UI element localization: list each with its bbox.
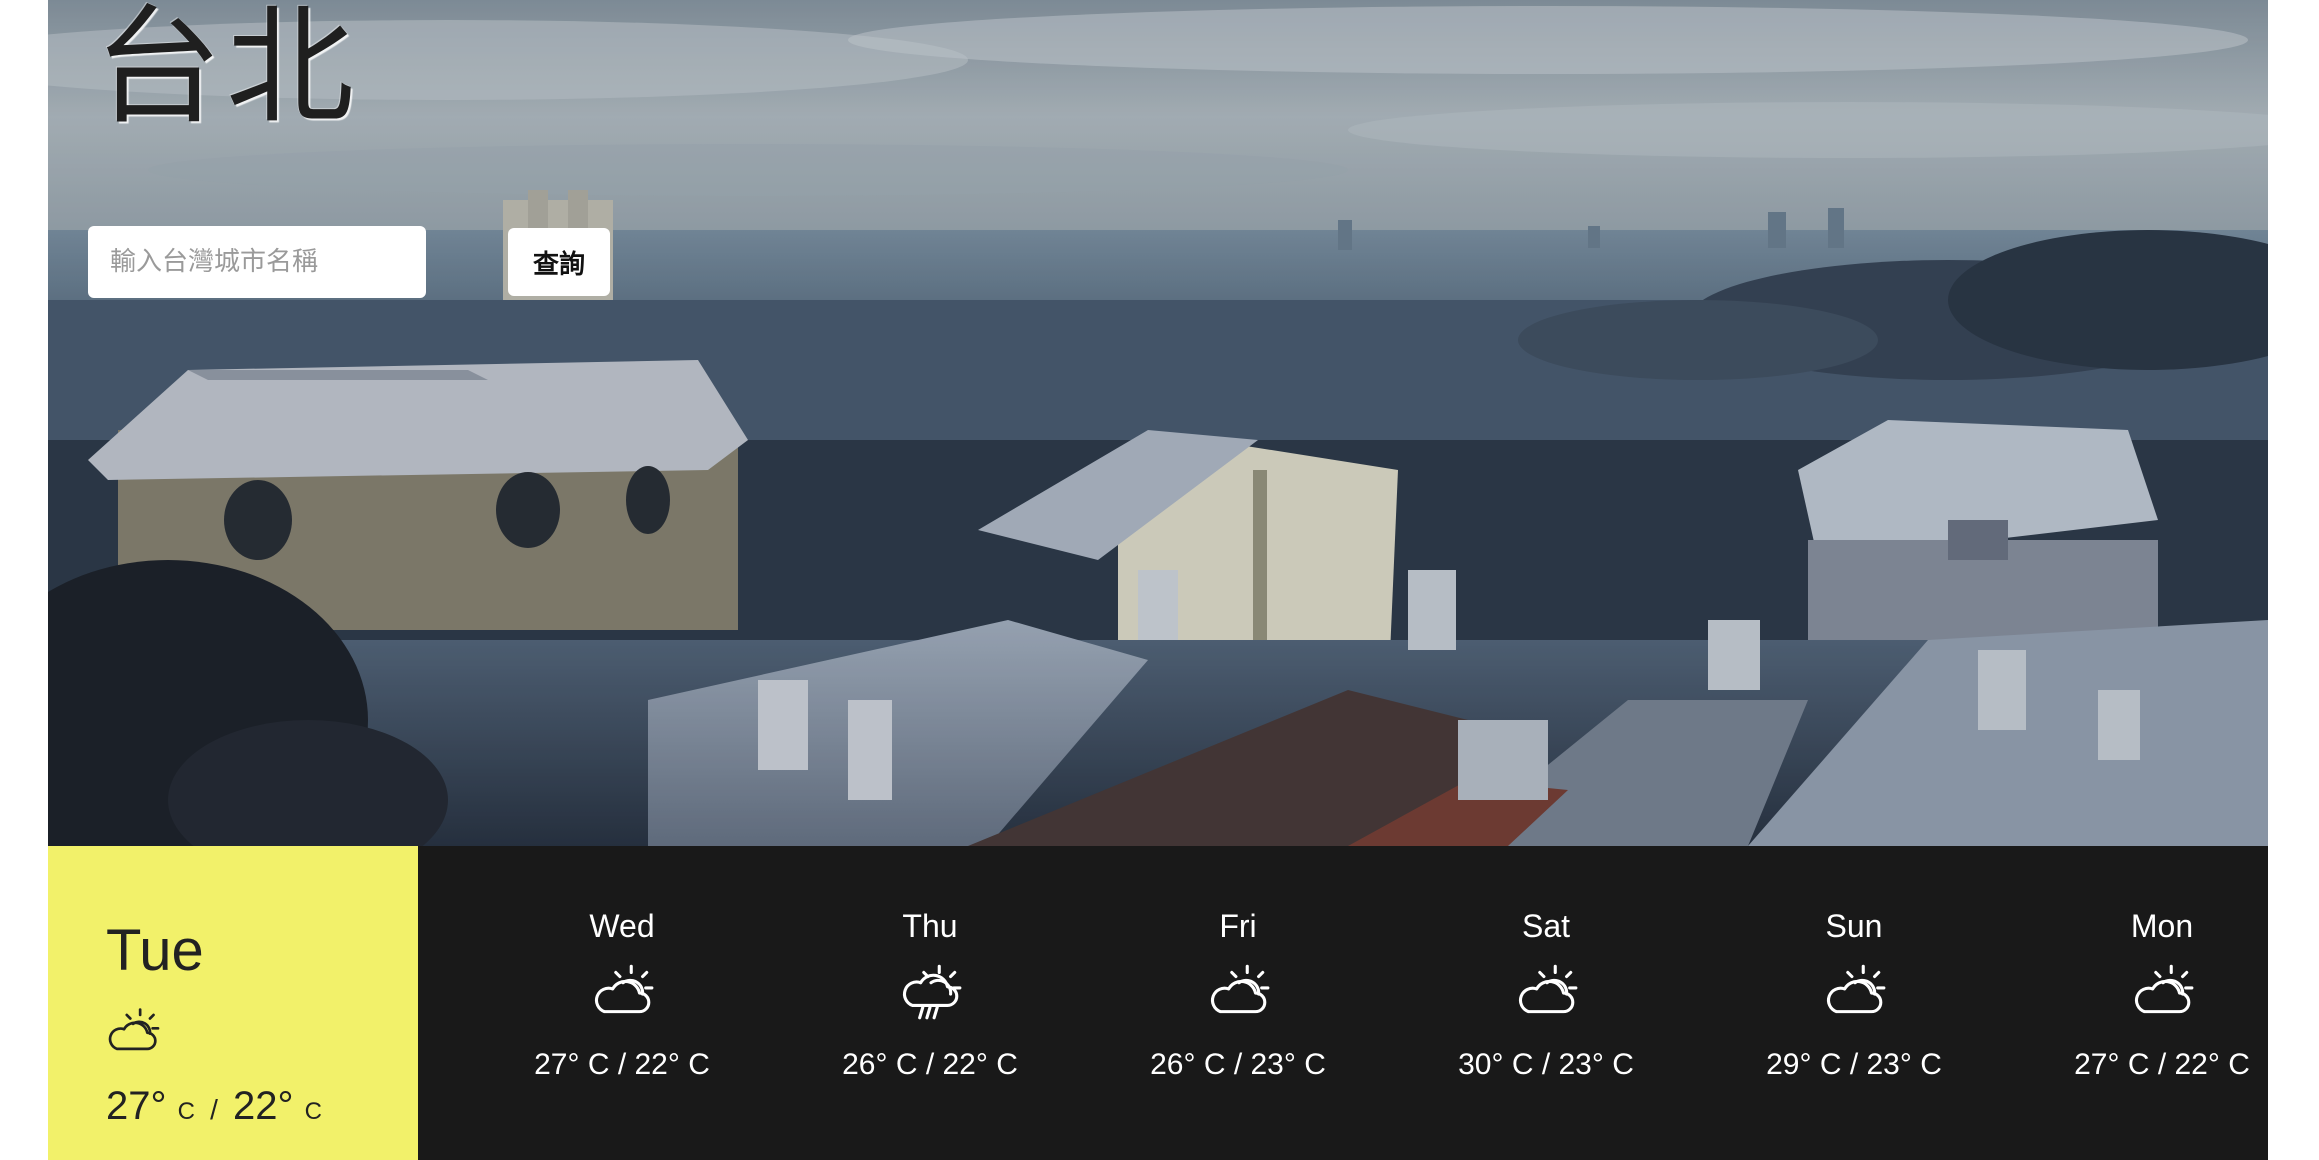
today-high-unit: C — [177, 1098, 195, 1125]
partly-cloudy-icon — [2135, 964, 2194, 1014]
partly-cloudy-icon — [108, 1008, 160, 1051]
partly-cloudy-icon — [1519, 964, 1578, 1014]
forecast-day-label: Wed — [589, 908, 655, 944]
today-low: 22° — [233, 1084, 294, 1128]
today-separator: / — [210, 1094, 218, 1125]
forecast-day-label: Fri — [1219, 908, 1257, 944]
forecast-day-mon: Mon 27° C / 22° C — [2062, 846, 2262, 1160]
hero-section: 台北 查詢 — [48, 0, 2268, 846]
weather-app: 台北 查詢 Tue 27° C / — [48, 0, 2268, 1160]
forecast-day-thu: Thu 26° C / 22° C — [830, 846, 1030, 1160]
forecast-day-label: Sun — [1825, 908, 1883, 944]
partly-cloudy-icon — [595, 964, 654, 1014]
forecast-day-label: Mon — [2130, 908, 2194, 944]
forecast-temperature: 27° C / 22° C — [534, 1048, 710, 1081]
partly-cloudy-rain-icon — [903, 964, 962, 1020]
city-search-input[interactable] — [88, 226, 426, 298]
forecast-bar: Tue 27° C / 22° C Wed 27° C / 22° C Thu … — [48, 846, 2268, 1160]
forecast-day-label: Thu — [902, 908, 958, 944]
today-day-label: Tue — [106, 918, 204, 983]
city-background-image — [48, 0, 2268, 846]
forecast-temperature: 30° C / 23° C — [1458, 1048, 1634, 1081]
forecast-day-wed: Wed 27° C / 22° C — [522, 846, 722, 1160]
today-high: 27° — [106, 1084, 167, 1128]
forecast-temperature: 26° C / 22° C — [842, 1048, 1018, 1081]
partly-cloudy-icon — [1211, 964, 1270, 1014]
forecast-day-sat: Sat 30° C / 23° C — [1446, 846, 1646, 1160]
forecast-temperature: 29° C / 23° C — [1766, 1048, 1942, 1081]
forecast-temperature: 27° C / 22° C — [2074, 1048, 2250, 1081]
forecast-day-sun: Sun 29° C / 23° C — [1754, 846, 1954, 1160]
city-title: 台北 — [94, 0, 359, 142]
forecast-temperature: 26° C / 23° C — [1150, 1048, 1326, 1081]
search-button[interactable]: 查詢 — [508, 228, 610, 296]
forecast-day-fri: Fri 26° C / 23° C — [1138, 846, 1338, 1160]
today-card: Tue 27° C / 22° C — [48, 846, 418, 1160]
today-temperature: 27° C / 22° C — [106, 1086, 322, 1126]
today-low-unit: C — [304, 1098, 322, 1125]
forecast-day-label: Sat — [1521, 908, 1571, 944]
partly-cloudy-icon — [1827, 964, 1886, 1014]
